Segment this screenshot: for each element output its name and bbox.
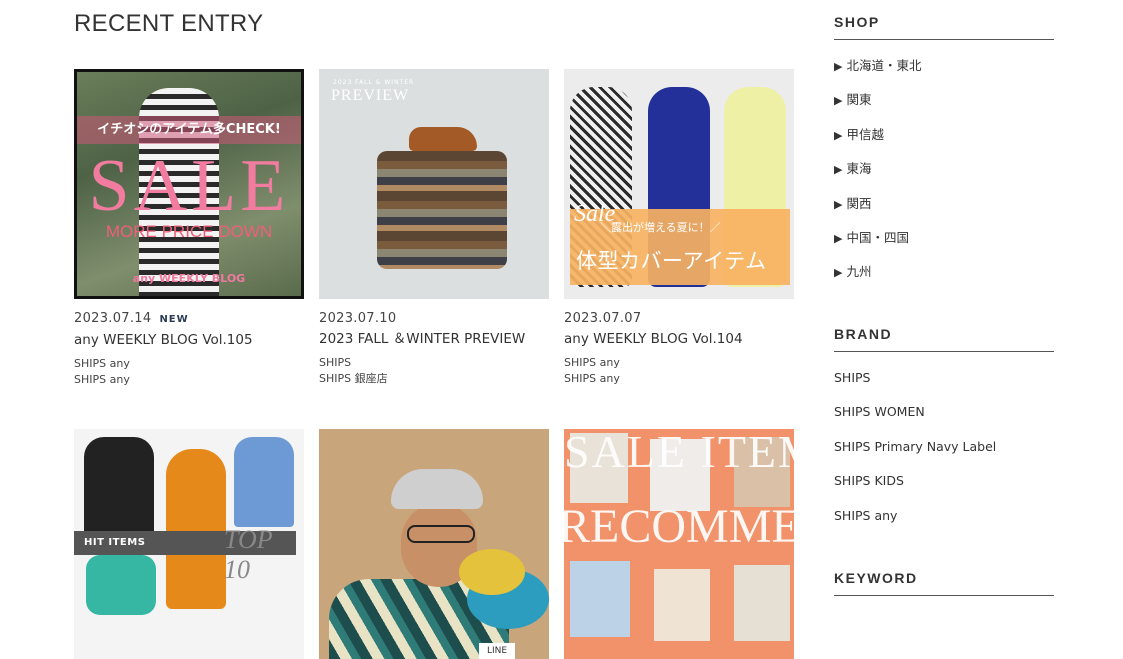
model-figure: [84, 437, 154, 537]
thumbnail-subline: RECOMMEND: [564, 500, 794, 553]
entry-tag[interactable]: SHIPS any: [564, 371, 794, 387]
entry-date-row: 2023.07.10: [319, 311, 549, 327]
entry-card[interactable]: 2023 FALL & WINTER PREVIEW 2023.07.10 20…: [319, 69, 549, 387]
entry-tags: SHIPS SHIPS 銀座店: [319, 355, 549, 387]
entry-card[interactable]: HIT ITEMS TOP 10: [74, 429, 304, 659]
entry-thumbnail[interactable]: イチオシのアイテム多CHECK! SALE MORE PRICE DOWN an…: [74, 69, 304, 299]
shop-item-label: 中国・四国: [846, 229, 909, 245]
entry-thumbnail[interactable]: Sale ＼露出が増える夏に！／ 体型カバーアイテム: [564, 69, 794, 299]
clothing-stack: [377, 151, 507, 269]
shop-item[interactable]: ▶ 甲信越: [834, 118, 1054, 152]
triangle-right-icon: ▶: [834, 94, 843, 108]
entry-thumbnail[interactable]: 2023 FALL & WINTER PREVIEW: [319, 69, 549, 299]
triangle-right-icon: ▶: [834, 197, 843, 211]
model-glasses: [407, 525, 475, 543]
item-photo: [570, 561, 630, 637]
thumbnail-band-text: イチオシのアイテム多CHECK!: [77, 116, 301, 144]
shop-item-label: 甲信越: [846, 126, 884, 142]
thumbnail-headline: 体型カバーアイテム: [576, 249, 767, 273]
thumbnail-subline: ＼露出が増える夏に！／: [600, 221, 721, 234]
entry-date-row: 2023.07.14 NEW: [74, 311, 304, 328]
shop-list: ▶ 北海道・東北 ▶ 関東 ▶ 甲信越 ▶ 東海 ▶ 関西 ▶ 中国・四国 ▶ 九州: [834, 49, 1054, 290]
item-photo: [734, 565, 790, 641]
brand-item[interactable]: SHIPS KIDS: [834, 464, 1054, 498]
entry-card[interactable]: Sale ＼露出が増える夏に！／ 体型カバーアイテム 2023.07.07 an…: [564, 69, 794, 387]
thumbnail-headline: PREVIEW: [331, 87, 410, 104]
shop-item[interactable]: ▶ 中国・四国: [834, 221, 1054, 255]
entry-card[interactable]: イチオシのアイテム多CHECK! SALE MORE PRICE DOWN an…: [74, 69, 304, 388]
triangle-right-icon: ▶: [834, 163, 843, 177]
sidebar-heading-shop: SHOP: [834, 14, 1054, 40]
shop-item[interactable]: ▶ 九州: [834, 255, 1054, 289]
entry-date: 2023.07.14: [74, 311, 152, 326]
triangle-right-icon: ▶: [834, 60, 843, 73]
sidebar-brand: BRAND SHIPS SHIPS WOMEN SHIPS Primary Na…: [834, 326, 1054, 533]
shop-item-label: 関東: [846, 92, 872, 108]
entry-tag[interactable]: SHIPS any: [74, 372, 304, 388]
brand-item[interactable]: SHIPS Primary Navy Label: [834, 430, 1054, 464]
entry-date-row: 2023.07.07: [564, 311, 794, 327]
entry-tags: SHIPS any SHIPS any: [74, 356, 304, 388]
item-photo: [654, 569, 710, 641]
shop-item-label: 関西: [846, 195, 872, 211]
triangle-right-icon: ▶: [834, 231, 843, 245]
sidebar-heading-brand: BRAND: [834, 326, 1054, 352]
thumbnail-kicker: 2023 FALL & WINTER: [333, 79, 415, 86]
shop-item-label: 東海: [846, 161, 872, 177]
shop-item-label: 北海道・東北: [846, 58, 922, 73]
shop-item[interactable]: ▶ 北海道・東北: [834, 49, 1054, 83]
page-title: RECENT ENTRY: [74, 10, 264, 37]
brand-list: SHIPS SHIPS WOMEN SHIPS Primary Navy Lab…: [834, 361, 1054, 533]
entry-thumbnail[interactable]: LINE: [319, 429, 549, 659]
model-figure: [86, 555, 156, 615]
brand-item[interactable]: SHIPS WOMEN: [834, 395, 1054, 429]
thumbnail-label: HIT ITEMS: [84, 537, 146, 548]
entry-tag[interactable]: SHIPS 銀座店: [319, 371, 549, 387]
brand-item[interactable]: SHIPS: [834, 361, 1054, 395]
sidebar-shop: SHOP ▶ 北海道・東北 ▶ 関東 ▶ 甲信越 ▶ 東海 ▶ 関西 ▶ 中国・四国 ▶ 九州: [834, 14, 1054, 290]
entry-date: 2023.07.10: [319, 311, 397, 326]
straw-hat-shape: [459, 549, 525, 595]
model-figure: [166, 449, 226, 609]
entry-title[interactable]: any WEEKLY BLOG Vol.104: [564, 330, 794, 348]
triangle-right-icon: ▶: [834, 266, 843, 280]
entry-title[interactable]: any WEEKLY BLOG Vol.105: [74, 331, 304, 349]
sidebar-heading-keyword: KEYWORD: [834, 570, 1054, 596]
entry-card[interactable]: SALE ITEM RECOMMEND: [564, 429, 794, 659]
new-badge: NEW: [159, 314, 189, 325]
thumbnail-ranking: TOP 10: [224, 525, 273, 584]
shop-item[interactable]: ▶ 東海: [834, 152, 1054, 186]
loafer-shape: [409, 127, 477, 151]
entry-thumbnail[interactable]: SALE ITEM RECOMMEND: [564, 429, 794, 659]
entry-thumbnail[interactable]: HIT ITEMS TOP 10: [74, 429, 304, 659]
thumbnail-subline: MORE PRICE DOWN: [105, 222, 273, 241]
entry-tags: SHIPS any SHIPS any: [564, 355, 794, 387]
entry-tag[interactable]: SHIPS any: [74, 356, 304, 372]
brand-item[interactable]: SHIPS any: [834, 499, 1054, 533]
shop-item-label: 九州: [846, 264, 872, 280]
sidebar-keyword: KEYWORD: [834, 570, 1054, 596]
entry-card[interactable]: LINE: [319, 429, 549, 659]
thumbnail-headline: SALE: [88, 145, 290, 227]
shop-item[interactable]: ▶ 関東: [834, 83, 1054, 117]
shop-item[interactable]: ▶ 関西: [834, 187, 1054, 221]
triangle-right-icon: ▶: [834, 128, 843, 142]
thumbnail-headline: SALE ITEM: [564, 429, 794, 477]
entry-title[interactable]: 2023 FALL ＆WINTER PREVIEW: [319, 330, 549, 348]
thumbnail-footer: any WEEKLY BLOG: [132, 272, 246, 285]
model-figure: [234, 437, 294, 527]
entry-tag[interactable]: SHIPS any: [564, 355, 794, 371]
entry-date: 2023.07.07: [564, 311, 642, 326]
model-hat: [391, 469, 483, 509]
entry-tag[interactable]: SHIPS: [319, 355, 549, 371]
line-tag: LINE: [479, 643, 515, 659]
